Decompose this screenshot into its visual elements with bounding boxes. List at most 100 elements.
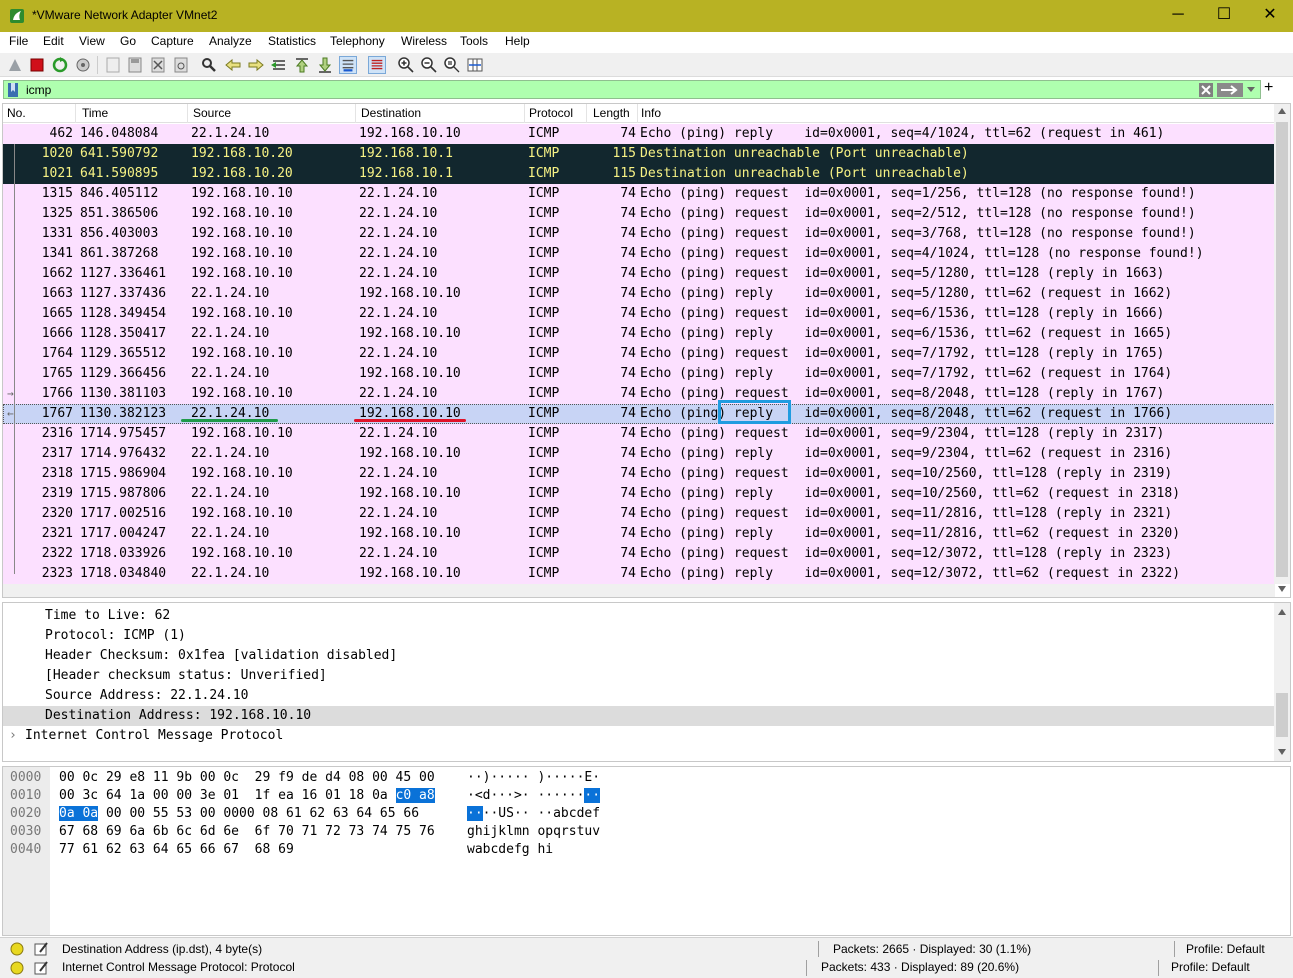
- add-filter-button[interactable]: +: [1264, 79, 1273, 97]
- hex-bytes[interactable]: 00 3c 64 1a 00 00 3e 01 1f ea 16 01 18 0…: [59, 787, 435, 805]
- find-packet-icon[interactable]: [200, 56, 218, 74]
- capture-comment-icon[interactable]: [33, 941, 49, 957]
- minimize-button[interactable]: ─: [1155, 0, 1201, 32]
- packet-row[interactable]: 1765 1129.366456 22.1.24.10 192.168.10.10 IC…: [3, 364, 1275, 384]
- packet-row[interactable]: 1341 861.387268 192.168.10.10 22.1.24.10 ICM…: [3, 244, 1275, 264]
- detail-line[interactable]: Source Address: 22.1.24.10: [3, 686, 1275, 706]
- profile-label[interactable]: Profile: Default: [1186, 942, 1265, 956]
- packet-row[interactable]: 1766 1130.381103 192.168.10.10 22.1.24.10 IC…: [3, 384, 1275, 404]
- packet-row[interactable]: 1665 1128.349454 192.168.10.10 22.1.24.10 IC…: [3, 304, 1275, 324]
- packet-row[interactable]: 1662 1127.336461 192.168.10.10 22.1.24.10 IC…: [3, 264, 1275, 284]
- column-no[interactable]: No.: [7, 106, 26, 120]
- interface-shark-icon[interactable]: [6, 56, 24, 74]
- packet-list-scrollbar[interactable]: [1274, 104, 1290, 584]
- packet-row[interactable]: 1021 641.590895 192.168.10.20 192.168.10.1 I…: [3, 164, 1275, 184]
- packet-row[interactable]: 1020 641.590792 192.168.10.20 192.168.10.1 I…: [3, 144, 1275, 164]
- expand-arrow-icon[interactable]: ›: [9, 726, 17, 746]
- column-length[interactable]: Length: [593, 106, 630, 120]
- go-back-icon[interactable]: [224, 56, 242, 74]
- packet-list-hscrollbar[interactable]: [3, 584, 1275, 597]
- packet-row[interactable]: 1331 856.403003 192.168.10.10 22.1.24.10 ICM…: [3, 224, 1275, 244]
- detail-line[interactable]: Destination Address: 192.168.10.10: [3, 706, 1275, 726]
- scroll-up-icon[interactable]: [1278, 108, 1286, 114]
- go-forward-icon[interactable]: [247, 56, 265, 74]
- column-time[interactable]: Time: [82, 106, 108, 120]
- reload-file-icon[interactable]: [172, 56, 190, 74]
- scrollbar-thumb[interactable]: [1276, 122, 1288, 577]
- stop-capture-icon[interactable]: [28, 56, 46, 74]
- ascii-bytes[interactable]: ····US·· ··abcdef: [467, 805, 600, 823]
- detail-line[interactable]: Protocol: ICMP (1): [3, 626, 1275, 646]
- hex-bytes[interactable]: 67 68 69 6a 6b 6c 6d 6e 6f 70 71 72 73 7…: [59, 823, 435, 841]
- zoom-in-icon[interactable]: [397, 56, 415, 74]
- go-to-packet-icon[interactable]: [270, 56, 288, 74]
- go-last-packet-icon[interactable]: [316, 56, 334, 74]
- restart-capture-icon[interactable]: [51, 56, 69, 74]
- scrollbar-thumb[interactable]: [1276, 693, 1288, 737]
- packet-row[interactable]: 1666 1128.350417 22.1.24.10 192.168.10.10 IC…: [3, 324, 1275, 344]
- menu-go[interactable]: Go: [120, 34, 136, 48]
- hex-bytes[interactable]: 77 61 62 63 64 65 66 67 68 69: [59, 841, 294, 859]
- menu-wireless[interactable]: Wireless: [401, 34, 447, 48]
- capture-comment-icon[interactable]: [33, 960, 49, 976]
- apply-filter-arrow-icon[interactable]: [1217, 83, 1243, 97]
- detail-line[interactable]: [Header checksum status: Unverified]: [3, 666, 1275, 686]
- menu-statistics[interactable]: Statistics: [268, 34, 316, 48]
- menu-analyze[interactable]: Analyze: [209, 34, 252, 48]
- go-first-packet-icon[interactable]: [293, 56, 311, 74]
- profile-label[interactable]: Profile: Default: [1171, 960, 1250, 974]
- scroll-up-icon[interactable]: [1278, 609, 1286, 615]
- packet-row[interactable]: 1764 1129.365512 192.168.10.10 22.1.24.10 IC…: [3, 344, 1275, 364]
- maximize-button[interactable]: ☐: [1201, 0, 1247, 32]
- zoom-normal-icon[interactable]: [443, 56, 461, 74]
- column-info[interactable]: Info: [641, 106, 661, 120]
- colorize-packets-icon[interactable]: [368, 56, 386, 74]
- packet-row[interactable]: 462 146.048084 22.1.24.10 192.168.10.10 ICMP…: [3, 124, 1275, 144]
- column-destination[interactable]: Destination: [361, 106, 421, 120]
- chevron-down-icon[interactable]: [1246, 86, 1256, 94]
- column-source[interactable]: Source: [193, 106, 231, 120]
- packet-row[interactable]: 1663 1127.337436 22.1.24.10 192.168.10.10 IC…: [3, 284, 1275, 304]
- details-scrollbar[interactable]: [1274, 603, 1290, 761]
- packet-row[interactable]: 2317 1714.976432 22.1.24.10 192.168.10.10 IC…: [3, 444, 1275, 464]
- close-file-icon[interactable]: [149, 56, 167, 74]
- hex-bytes[interactable]: 0a 0a 00 00 55 53 00 0000 08 61 62 63 64…: [59, 805, 419, 823]
- packet-row[interactable]: 2319 1715.987806 22.1.24.10 192.168.10.10 IC…: [3, 484, 1275, 504]
- menu-view[interactable]: View: [79, 34, 105, 48]
- auto-scroll-icon[interactable]: [339, 56, 357, 74]
- detail-line[interactable]: › Internet Control Message Protocol: [3, 726, 1275, 746]
- detail-line[interactable]: Time to Live: 62: [3, 606, 1275, 626]
- ascii-bytes[interactable]: ghijklmn opqrstuv: [467, 823, 600, 841]
- zoom-out-icon[interactable]: [420, 56, 438, 74]
- open-file-icon[interactable]: [104, 56, 122, 74]
- menu-edit[interactable]: Edit: [43, 34, 64, 48]
- ascii-bytes[interactable]: wabcdefg hi: [467, 841, 553, 859]
- hex-bytes[interactable]: 00 0c 29 e8 11 9b 00 0c 29 f9 de d4 08 0…: [59, 769, 435, 787]
- packet-row[interactable]: 1325 851.386506 192.168.10.10 22.1.24.10 ICM…: [3, 204, 1275, 224]
- menu-help[interactable]: Help: [505, 34, 530, 48]
- scroll-down-icon[interactable]: [1278, 749, 1286, 755]
- packet-row[interactable]: 2321 1717.004247 22.1.24.10 192.168.10.10 IC…: [3, 524, 1275, 544]
- save-file-icon[interactable]: [126, 56, 144, 74]
- menu-telephony[interactable]: Telephony: [330, 34, 385, 48]
- packet-row[interactable]: 2323 1718.034840 22.1.24.10 192.168.10.10 IC…: [3, 564, 1275, 584]
- menu-file[interactable]: File: [9, 34, 28, 48]
- packet-row[interactable]: 2322 1718.033926 192.168.10.10 22.1.24.10 IC…: [3, 544, 1275, 564]
- display-filter-input[interactable]: icmp: [3, 80, 1261, 99]
- resize-columns-icon[interactable]: [466, 56, 484, 74]
- capture-options-icon[interactable]: [74, 56, 92, 74]
- bookmark-icon[interactable]: [7, 83, 19, 97]
- column-protocol[interactable]: Protocol: [529, 106, 573, 120]
- packet-row[interactable]: 2320 1717.002516 192.168.10.10 22.1.24.10 IC…: [3, 504, 1275, 524]
- close-button[interactable]: ✕: [1247, 0, 1293, 32]
- ascii-bytes[interactable]: ··)····· )·····E·: [467, 769, 600, 787]
- clear-filter-icon[interactable]: [1199, 83, 1213, 97]
- expert-info-icon[interactable]: [10, 942, 24, 956]
- scroll-down-icon[interactable]: [1278, 586, 1286, 592]
- packet-row[interactable]: 1315 846.405112 192.168.10.10 22.1.24.10 ICM…: [3, 184, 1275, 204]
- menu-tools[interactable]: Tools: [460, 34, 488, 48]
- packet-row[interactable]: 2316 1714.975457 192.168.10.10 22.1.24.10 IC…: [3, 424, 1275, 444]
- packet-row[interactable]: 2318 1715.986904 192.168.10.10 22.1.24.10 IC…: [3, 464, 1275, 484]
- detail-line[interactable]: Header Checksum: 0x1fea [validation disa…: [3, 646, 1275, 666]
- expert-info-icon[interactable]: [10, 961, 24, 975]
